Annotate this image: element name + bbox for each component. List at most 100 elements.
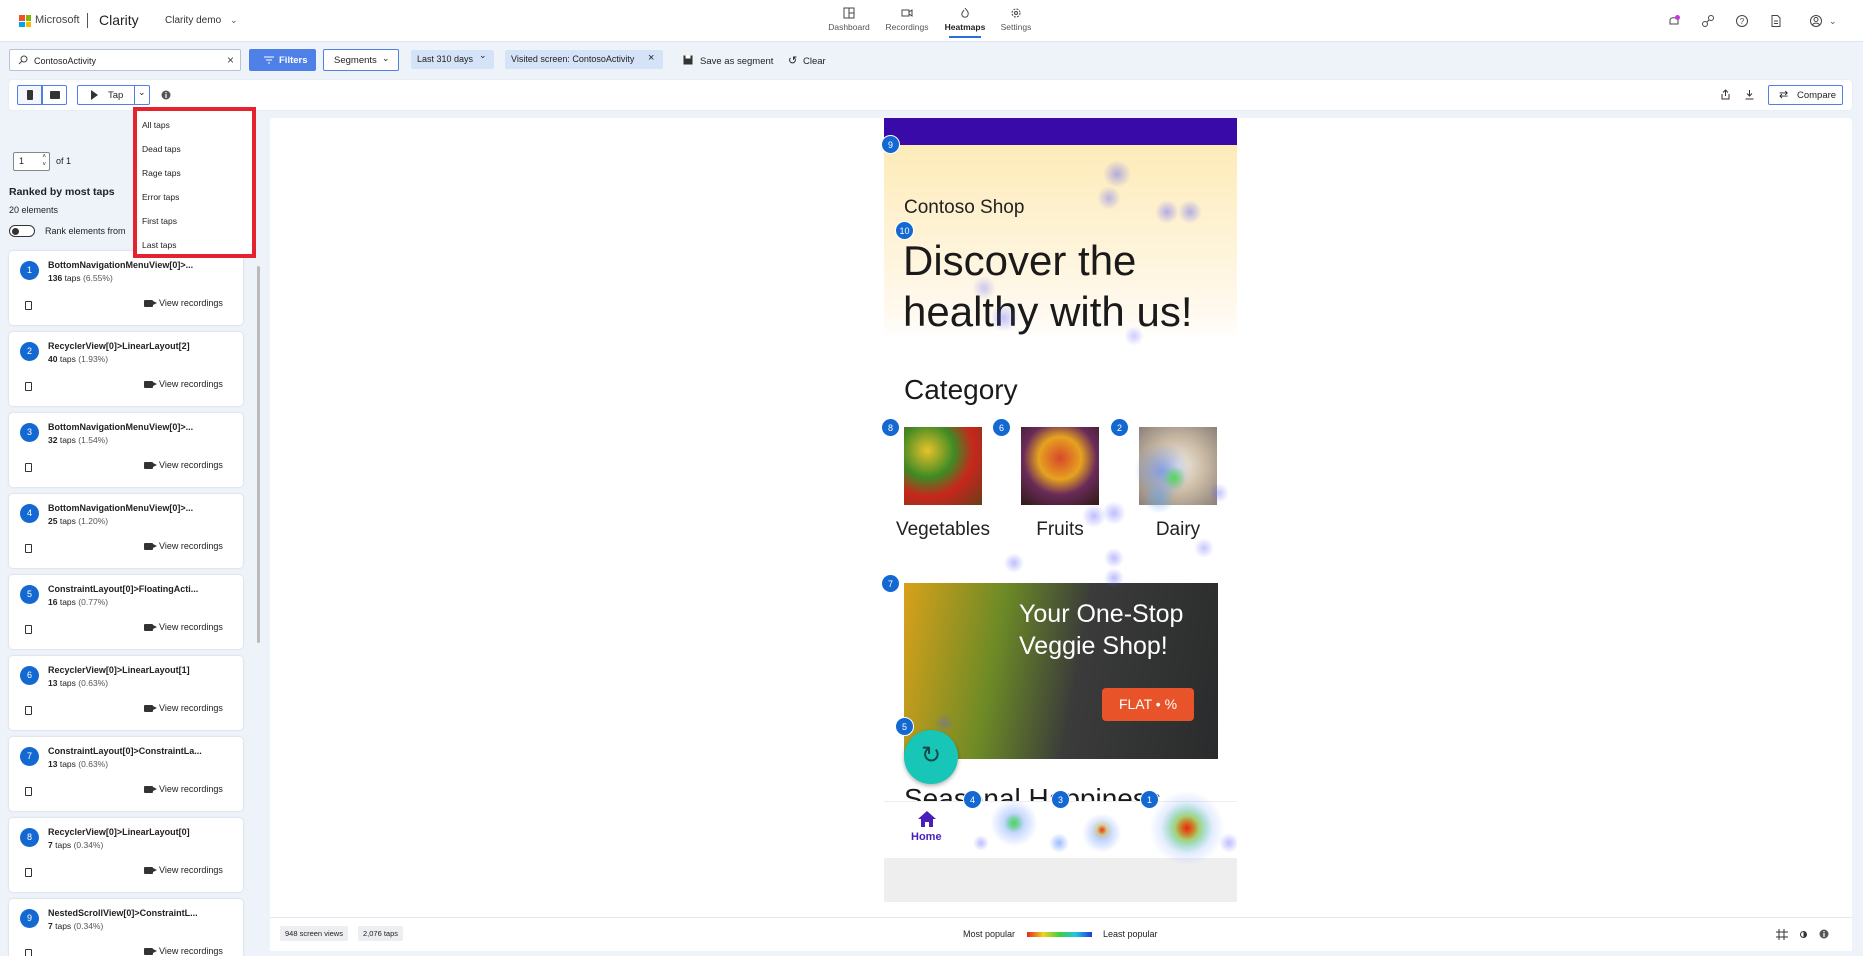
- element-card[interactable]: 2 RecyclerView[0]>LinearLayout[2] 40 taps …: [9, 332, 243, 406]
- element-card[interactable]: 1 BottomNavigationMenuView[0]>... 136 taps…: [9, 251, 243, 325]
- stepper-icon[interactable]: ˄ ˅: [42, 153, 46, 169]
- promo-banner[interactable]: Your One-Stop Veggie Shop! FLAT • %: [904, 583, 1218, 759]
- category-label: Dairy: [1155, 519, 1201, 540]
- heat-spot: [1104, 548, 1124, 568]
- toggle-knob: [12, 228, 19, 235]
- chevron-down-icon[interactable]: ⌄: [230, 15, 238, 26]
- element-card[interactable]: 8 RecyclerView[0]>LinearLayout[0] 7 taps (…: [9, 818, 243, 892]
- close-icon[interactable]: ×: [648, 52, 654, 64]
- copy-icon[interactable]: [25, 544, 32, 553]
- info-icon[interactable]: [1819, 929, 1829, 939]
- view-recordings-link[interactable]: View recordings: [144, 460, 223, 470]
- view-recordings-link[interactable]: View recordings: [144, 379, 223, 389]
- copy-icon[interactable]: [25, 868, 32, 877]
- info-icon[interactable]: [161, 90, 171, 100]
- element-rank-badge[interactable]: 2: [1110, 418, 1129, 437]
- home-icon[interactable]: [917, 810, 937, 828]
- copy-icon[interactable]: [25, 787, 32, 796]
- refresh-fab-button[interactable]: ↻: [904, 730, 958, 784]
- element-rank-badge[interactable]: 8: [881, 418, 900, 437]
- tap-mode-dropdown[interactable]: Tap ⌄: [77, 85, 150, 105]
- menu-item-error-taps[interactable]: Error taps: [142, 192, 179, 202]
- element-rank-badge[interactable]: 10: [895, 221, 914, 240]
- tab-recordings[interactable]: Recordings: [877, 7, 937, 32]
- element-selector: RecyclerView[0]>LinearLayout[1]: [48, 665, 190, 675]
- element-card[interactable]: 3 BottomNavigationMenuView[0]>... 32 taps …: [9, 413, 243, 487]
- project-selector[interactable]: Clarity demo: [165, 15, 221, 26]
- grid-icon[interactable]: [1776, 929, 1788, 940]
- category-image-vegetables[interactable]: [904, 427, 982, 505]
- element-card[interactable]: 9 NestedScrollView[0]>ConstraintL... 7 tap…: [9, 899, 243, 956]
- menu-item-rage-taps[interactable]: Rage taps: [142, 168, 181, 178]
- element-rank-badge[interactable]: 3: [1051, 790, 1070, 809]
- tab-dashboard[interactable]: Dashboard: [819, 7, 879, 32]
- element-rank-badge[interactable]: 5: [895, 717, 914, 736]
- legend-most-label: Most popular: [963, 929, 1016, 939]
- share-icon[interactable]: [1720, 89, 1731, 100]
- close-icon[interactable]: ×: [227, 53, 234, 67]
- clear-button[interactable]: Clear: [803, 56, 826, 67]
- copy-icon[interactable]: [25, 301, 32, 310]
- rank-toggle[interactable]: [9, 225, 35, 237]
- tap-count: 25: [48, 516, 58, 526]
- tab-label: Heatmaps: [944, 22, 986, 32]
- menu-item-dead-taps[interactable]: Dead taps: [142, 144, 181, 154]
- element-rank-badge[interactable]: 6: [992, 418, 1011, 437]
- rank-badge: 6: [20, 666, 39, 685]
- tab-settings[interactable]: Settings: [986, 7, 1046, 32]
- view-recordings-link[interactable]: View recordings: [144, 865, 223, 875]
- download-icon[interactable]: [1744, 89, 1755, 100]
- nav-home-label[interactable]: Home: [911, 831, 942, 843]
- element-rank-badge[interactable]: 9: [881, 135, 900, 154]
- tap-stats: 40 taps (1.93%): [48, 354, 108, 364]
- menu-item-last-taps[interactable]: Last taps: [142, 240, 177, 250]
- view-recordings-link[interactable]: View recordings: [144, 541, 223, 551]
- account-avatar-icon[interactable]: [1809, 14, 1823, 28]
- element-card[interactable]: 6 RecyclerView[0]>LinearLayout[1] 13 taps …: [9, 656, 243, 730]
- copy-icon[interactable]: [25, 625, 32, 634]
- play-icon: [91, 90, 98, 100]
- view-recordings-link[interactable]: View recordings: [144, 784, 223, 794]
- copy-icon[interactable]: [25, 949, 32, 956]
- view-recordings-link[interactable]: View recordings: [144, 298, 223, 308]
- element-rank-badge[interactable]: 4: [963, 790, 982, 809]
- date-range-chip[interactable]: Last 310 days ⌄: [411, 50, 494, 69]
- copy-icon[interactable]: [25, 706, 32, 715]
- document-icon[interactable]: [1769, 14, 1783, 28]
- notification-bell-icon[interactable]: [1667, 14, 1681, 28]
- product-name[interactable]: Clarity: [99, 12, 139, 28]
- help-icon[interactable]: ?: [1735, 14, 1749, 28]
- menu-item-first-taps[interactable]: First taps: [142, 216, 177, 226]
- page-number-input[interactable]: 1 ˄ ˅: [13, 152, 50, 171]
- category-image-fruits[interactable]: [1021, 427, 1099, 505]
- scrollbar[interactable]: [257, 266, 260, 643]
- menu-item-all-taps[interactable]: All taps: [142, 120, 170, 130]
- filters-button[interactable]: Filters: [249, 49, 316, 71]
- element-card[interactable]: 4 BottomNavigationMenuView[0]>... 25 taps …: [9, 494, 243, 568]
- brightness-icon[interactable]: [1798, 929, 1809, 940]
- compare-button[interactable]: ⇄ Compare: [1768, 85, 1843, 105]
- headline-line: Discover the: [903, 237, 1137, 284]
- view-recordings-link[interactable]: View recordings: [144, 703, 223, 713]
- element-rank-badge[interactable]: 1: [1140, 790, 1159, 809]
- banner-line: Veggie Shop!: [1019, 632, 1168, 660]
- copy-icon[interactable]: [25, 463, 32, 472]
- visited-screen-chip[interactable]: Visited screen: ContosoActivity ×: [505, 50, 663, 69]
- search-input[interactable]: ContosoActivity ×: [9, 49, 241, 71]
- svg-text:?: ?: [1740, 17, 1745, 26]
- element-card[interactable]: 5 ConstraintLayout[0]>FloatingActi... 16 t…: [9, 575, 243, 649]
- filter-icon: [264, 56, 274, 64]
- share-link-icon[interactable]: [1701, 14, 1715, 28]
- chevron-down-icon[interactable]: ⌄: [1829, 16, 1837, 27]
- element-rank-badge[interactable]: 7: [881, 574, 900, 593]
- segments-button[interactable]: Segments ⌄: [323, 49, 399, 71]
- category-image-dairy[interactable]: [1139, 427, 1217, 505]
- save-as-segment-button[interactable]: Save as segment: [700, 56, 773, 67]
- tablet-view-button[interactable]: [42, 85, 67, 105]
- copy-icon[interactable]: [25, 382, 32, 391]
- view-recordings-link[interactable]: View recordings: [144, 946, 223, 956]
- mobile-view-button[interactable]: [17, 85, 42, 105]
- view-recordings-link[interactable]: View recordings: [144, 622, 223, 632]
- banner-cta-button[interactable]: FLAT • %: [1102, 688, 1194, 721]
- element-card[interactable]: 7 ConstraintLayout[0]>ConstraintLa... 13 t…: [9, 737, 243, 811]
